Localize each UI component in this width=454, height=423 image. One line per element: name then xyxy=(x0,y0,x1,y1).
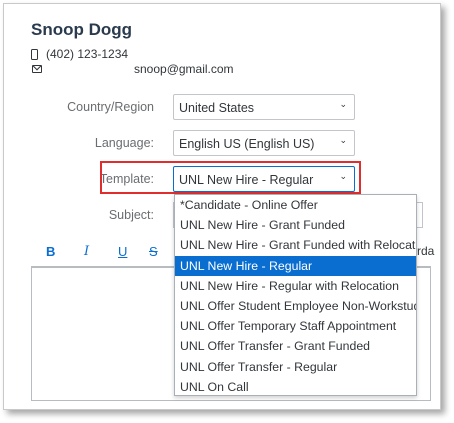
chevron-down-icon: ⌄ xyxy=(339,99,347,109)
phone-row: (402) 123-1234 xyxy=(31,47,128,61)
template-highlight-annotation xyxy=(100,161,361,194)
phone-icon xyxy=(31,48,38,60)
language-label: Language: xyxy=(94,136,154,150)
toolbar-overflow-text: rda xyxy=(417,244,435,258)
underline-button[interactable]: U xyxy=(118,244,127,259)
bold-button[interactable]: B xyxy=(46,244,55,259)
country-label: Country/Region xyxy=(67,100,154,114)
phone-number: (402) 123-1234 xyxy=(46,47,129,61)
subject-label: Subject: xyxy=(108,208,154,222)
template-option[interactable]: UNL New Hire - Regular with Relocation xyxy=(175,276,416,296)
template-option[interactable]: UNL Offer Temporary Staff Appointment xyxy=(175,316,416,336)
language-select[interactable]: English US (English US) ⌄ xyxy=(173,130,355,156)
language-value: English US (English US) xyxy=(179,137,315,151)
country-select[interactable]: United States ⌄ xyxy=(173,94,355,120)
template-option[interactable]: UNL Offer Transfer - Regular xyxy=(175,357,416,377)
template-dropdown-list: *Candidate - Online Offer UNL New Hire -… xyxy=(174,194,417,396)
email-address: snoop@gmail.com xyxy=(134,62,234,76)
chevron-down-icon: ⌄ xyxy=(339,135,347,145)
template-option[interactable]: UNL Offer Student Employee Non-Workstudy xyxy=(175,296,416,316)
template-option[interactable]: UNL On Call xyxy=(175,377,416,397)
strikethrough-button[interactable]: S xyxy=(149,244,158,259)
offer-letter-panel: Snoop Dogg (402) 123-1234 snoop@gmail.co… xyxy=(3,3,441,410)
contact-name: Snoop Dogg xyxy=(31,20,133,39)
template-option[interactable]: UNL Offer Transfer - Grant Funded xyxy=(175,336,416,356)
mail-icon xyxy=(32,65,42,73)
email-row: snoop@gmail.com xyxy=(31,62,234,76)
country-value: United States xyxy=(179,101,255,115)
template-option-selected[interactable]: UNL New Hire - Regular xyxy=(175,255,416,276)
template-option[interactable]: UNL New Hire - Grant Funded with Relocat… xyxy=(175,235,416,255)
italic-button[interactable]: I xyxy=(84,244,89,259)
template-option[interactable]: UNL New Hire - Grant Funded xyxy=(175,215,416,235)
template-option[interactable]: *Candidate - Online Offer xyxy=(175,195,416,215)
